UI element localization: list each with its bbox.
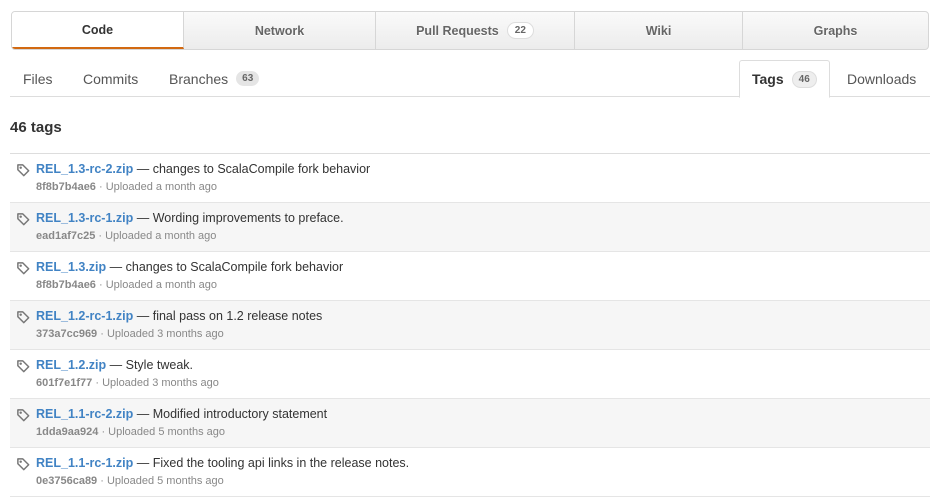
tag-meta-separator: · (98, 426, 109, 438)
tag-row: REL_1.2.zip — Style tweak. 601f7e1f77 · U… (10, 350, 930, 399)
tab-graphs[interactable]: Graphs (743, 12, 928, 49)
tag-meta-separator: · (97, 475, 107, 487)
tag-download-link[interactable]: REL_1.1-rc-2.zip (36, 407, 133, 421)
tag-meta-separator: · (97, 328, 107, 340)
tag-uploaded-time: Uploaded a month ago (105, 181, 218, 193)
subnav-commits[interactable]: Commits (83, 60, 138, 97)
tag-row: REL_1.1-rc-1.zip — Fixed the tooling api… (10, 448, 930, 497)
tag-icon (16, 310, 31, 325)
tag-meta-separator: · (95, 279, 106, 291)
tag-separator: — (106, 358, 126, 372)
subnav-files[interactable]: Files (23, 60, 53, 97)
tab-code-label: Code (81, 22, 114, 37)
subnav-tags[interactable]: Tags 46 (739, 60, 830, 98)
tab-wiki[interactable]: Wiki (575, 12, 743, 49)
tag-separator: — (133, 407, 153, 421)
tag-download-link[interactable]: REL_1.3-rc-2.zip (36, 162, 133, 176)
tag-commit-message: Fixed the tooling api links in the relea… (152, 456, 410, 470)
tag-meta: 8f8b7b4ae6 · Uploaded a month ago (36, 181, 217, 193)
tag-separator: — (133, 211, 153, 225)
tab-wiki-label: Wiki (645, 23, 672, 38)
tag-commit-message: Style tweak. (125, 358, 194, 372)
tag-commit-sha[interactable]: 8f8b7b4ae6 (36, 279, 96, 291)
tag-meta: 1dda9aa924 · Uploaded 5 months ago (36, 426, 225, 438)
tag-separator: — (133, 456, 153, 470)
tag-line: REL_1.2-rc-1.zip — final pass on 1.2 rel… (36, 309, 322, 323)
tag-line: REL_1.3-rc-1.zip — Wording improvements … (36, 211, 344, 225)
tab-code[interactable]: Code (12, 12, 184, 49)
tag-commit-message: changes to ScalaCompile fork behavior (125, 260, 344, 274)
tag-download-link[interactable]: REL_1.3-rc-1.zip (36, 211, 133, 225)
tag-line: REL_1.2.zip — Style tweak. (36, 358, 193, 372)
tag-uploaded-time: Uploaded a month ago (105, 230, 217, 242)
tag-icon (16, 261, 31, 276)
subnav-files-label: Files (23, 70, 53, 87)
tag-separator: — (133, 162, 153, 176)
tag-icon (16, 212, 31, 227)
tag-uploaded-time: Uploaded 5 months ago (108, 426, 225, 438)
tag-meta-separator: · (92, 377, 103, 389)
subnav-commits-label: Commits (83, 70, 139, 87)
branches-counter: 63 (236, 71, 260, 86)
tag-download-link[interactable]: REL_1.1-rc-1.zip (36, 456, 133, 470)
tag-commit-sha[interactable]: 0e3756ca89 (36, 475, 97, 487)
tag-uploaded-time: Uploaded 3 months ago (106, 328, 224, 340)
tag-meta: ead1af7c25 · Uploaded a month ago (36, 230, 216, 242)
tag-commit-sha[interactable]: 8f8b7b4ae6 (36, 181, 96, 193)
tag-commit-message: Modified introductory statement (152, 407, 328, 421)
subnav-branches-label: Branches (169, 70, 229, 87)
subnav-downloads-label: Downloads (847, 70, 917, 87)
tags-heading: 46 tags (10, 119, 62, 136)
tag-commit-message: changes to ScalaCompile fork behavior (152, 162, 371, 176)
tag-commit-message: final pass on 1.2 release notes (152, 309, 323, 323)
tags-counter: 46 (791, 70, 817, 88)
tag-download-link[interactable]: REL_1.3.zip (36, 260, 106, 274)
tag-meta: 0e3756ca89 · Uploaded 5 months ago (36, 475, 224, 487)
tag-line: REL_1.1-rc-2.zip — Modified introductory… (36, 407, 327, 421)
tag-meta: 8f8b7b4ae6 · Uploaded a month ago (36, 279, 217, 291)
tag-meta-separator: · (95, 181, 106, 193)
tag-line: REL_1.3.zip — changes to ScalaCompile fo… (36, 260, 343, 274)
tag-meta-separator: · (95, 230, 106, 242)
tag-download-link[interactable]: REL_1.2-rc-1.zip (36, 309, 133, 323)
tag-download-link[interactable]: REL_1.2.zip (36, 358, 106, 372)
tag-icon (16, 408, 31, 423)
pull-requests-counter: 22 (506, 22, 534, 39)
tag-commit-message: Wording improvements to preface. (152, 211, 344, 225)
tab-network[interactable]: Network (184, 12, 376, 49)
tag-icon (16, 163, 31, 178)
tag-row: REL_1.1-rc-2.zip — Modified introductory… (10, 399, 930, 448)
tag-meta: 601f7e1f77 · Uploaded 3 months ago (36, 377, 219, 389)
tag-icon (16, 359, 31, 374)
subnav-downloads[interactable]: Downloads (847, 60, 916, 97)
tab-pull-requests[interactable]: Pull Requests 22 (376, 12, 575, 49)
tag-uploaded-time: Uploaded 3 months ago (102, 377, 219, 389)
tag-line: REL_1.3-rc-2.zip — changes to ScalaCompi… (36, 162, 370, 176)
tag-row: REL_1.3-rc-2.zip — changes to ScalaCompi… (10, 154, 930, 203)
tag-separator: — (133, 309, 153, 323)
tag-commit-sha[interactable]: 373a7cc969 (36, 328, 97, 340)
tag-commit-sha[interactable]: 1dda9aa924 (36, 426, 98, 438)
tag-uploaded-time: Uploaded 5 months ago (106, 475, 224, 487)
subnav-branches[interactable]: Branches 63 (169, 60, 260, 97)
sub-nav: Files Commits Branches 63 Tags 46 Download… (10, 60, 930, 98)
tag-list: REL_1.3-rc-2.zip — changes to ScalaCompi… (10, 153, 930, 497)
tag-row: REL_1.3-rc-1.zip — Wording improvements … (10, 203, 930, 252)
subnav-tags-label: Tags (752, 71, 784, 87)
tag-row: REL_1.3.zip — changes to ScalaCompile fo… (10, 252, 930, 301)
tag-commit-sha[interactable]: 601f7e1f77 (36, 377, 92, 389)
repo-nav: Code Network Pull Requests 22 Wiki Graphs (11, 11, 929, 50)
tag-commit-sha[interactable]: ead1af7c25 (36, 230, 95, 242)
tag-icon (16, 457, 31, 472)
tag-row: REL_1.2-rc-1.zip — final pass on 1.2 rel… (10, 301, 930, 350)
tab-pull-requests-label: Pull Requests (416, 23, 499, 38)
tag-line: REL_1.1-rc-1.zip — Fixed the tooling api… (36, 456, 409, 470)
tab-network-label: Network (254, 23, 305, 38)
tag-uploaded-time: Uploaded a month ago (105, 279, 218, 291)
tag-separator: — (106, 260, 126, 274)
tag-meta: 373a7cc969 · Uploaded 3 months ago (36, 328, 224, 340)
tab-graphs-label: Graphs (813, 23, 858, 38)
